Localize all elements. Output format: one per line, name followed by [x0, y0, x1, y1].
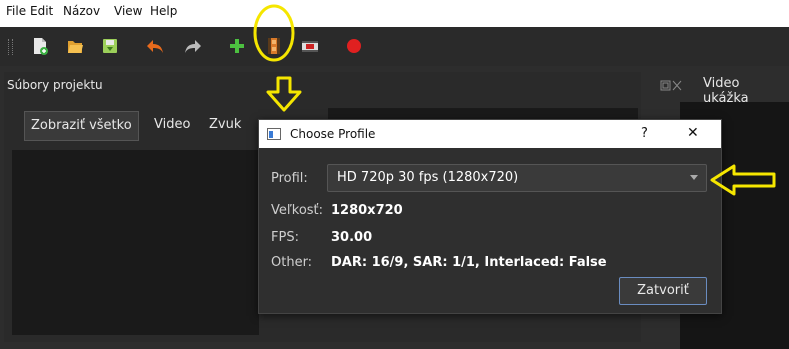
highlight-circle [253, 4, 295, 62]
annotation-overlay [253, 4, 776, 196]
down-arrow-annotation [266, 76, 302, 112]
left-arrow-annotation [710, 164, 776, 196]
